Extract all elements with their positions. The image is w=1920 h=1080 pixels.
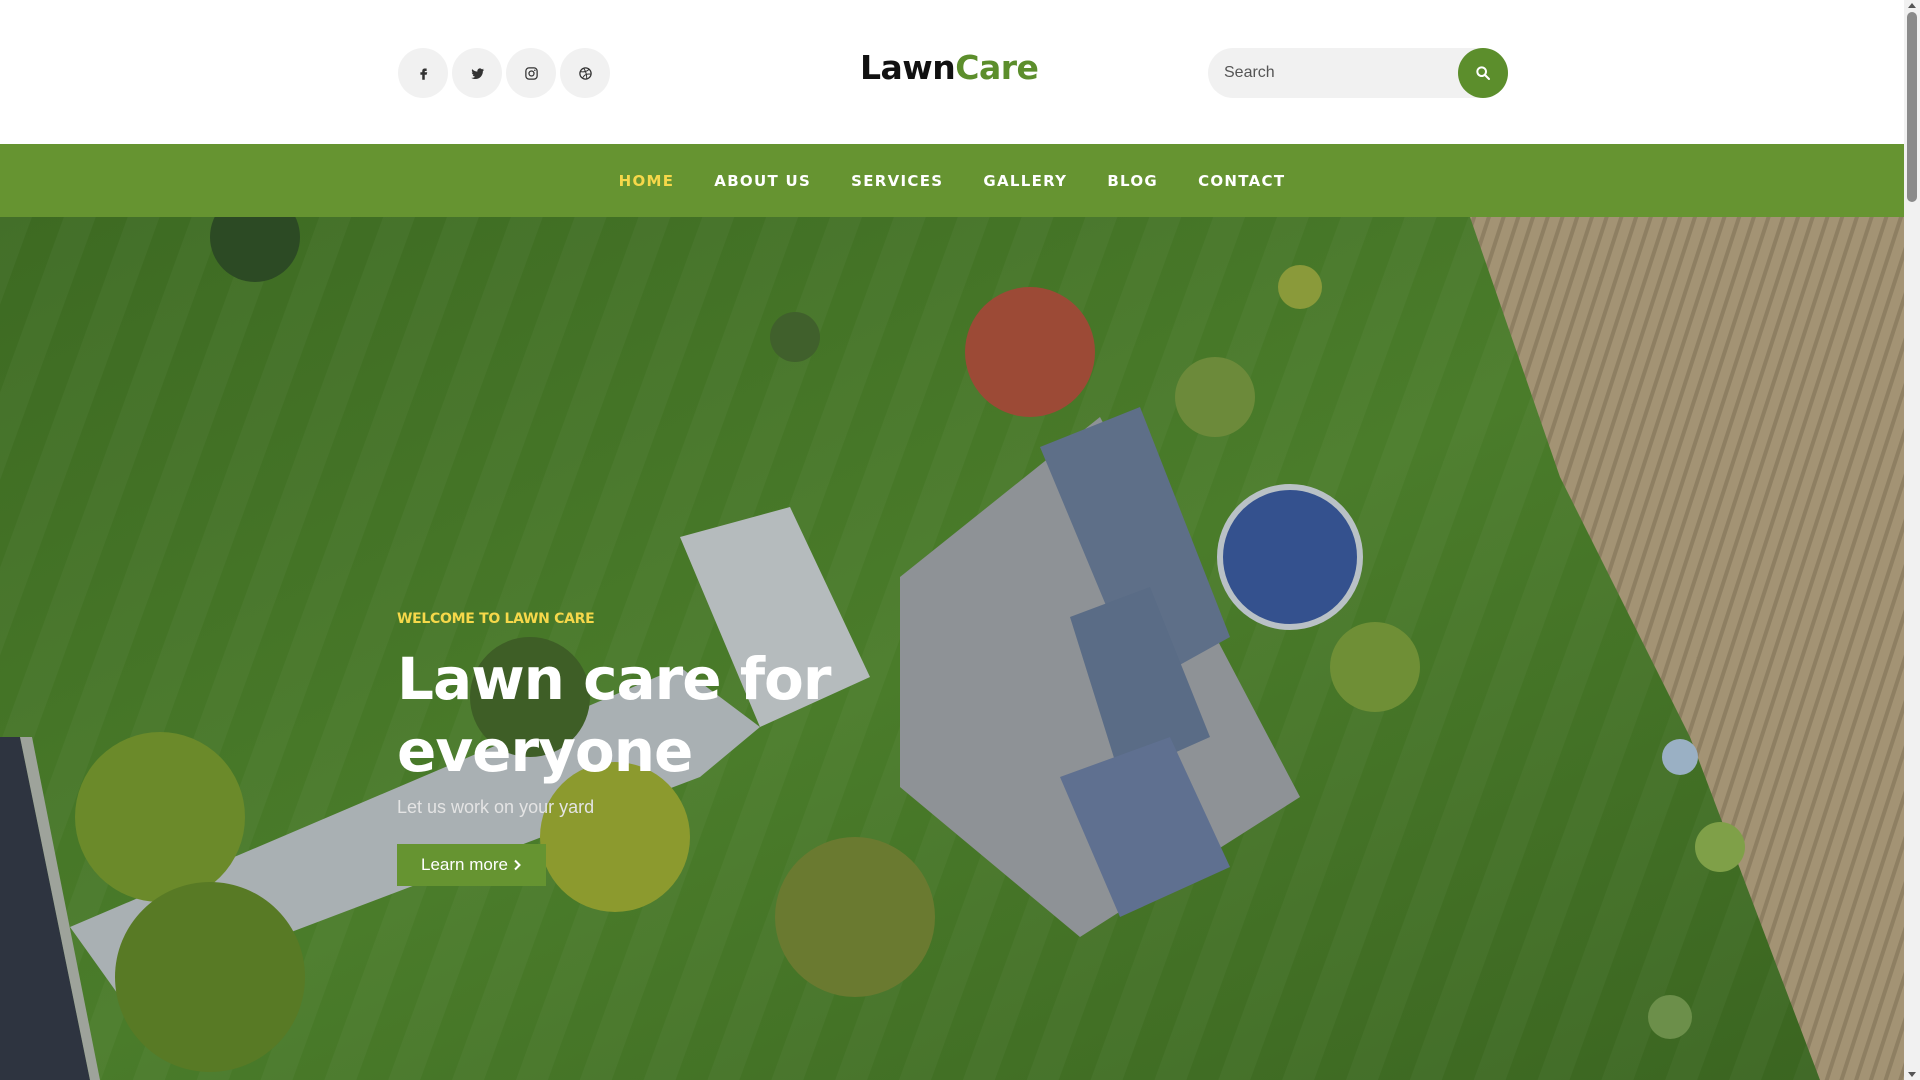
search-icon <box>1476 66 1490 80</box>
nav-item-about-us[interactable]: ABOUT US <box>694 172 831 190</box>
logo-text-lawn: Lawn <box>860 48 956 87</box>
logo-text-care: Care <box>955 48 1039 87</box>
nav-item-services[interactable]: SERVICES <box>831 172 963 190</box>
nav-item-blog[interactable]: BLOG <box>1087 172 1178 190</box>
site-header: LawnCare <box>0 0 1904 144</box>
learn-more-button[interactable]: Learn more <box>397 844 546 886</box>
page: LawnCare HOME ABOUT US SERVICES GALLERY … <box>0 0 1920 1080</box>
scroll-down-arrow-icon[interactable] <box>1908 1072 1916 1077</box>
nav-item-contact[interactable]: CONTACT <box>1178 172 1305 190</box>
dribbble-icon <box>578 66 592 80</box>
social-links <box>398 48 610 98</box>
scrollbar-thumb[interactable] <box>1907 12 1917 202</box>
facebook-link[interactable] <box>398 48 448 98</box>
chevron-right-icon <box>514 859 521 871</box>
learn-more-label: Learn more <box>421 855 508 874</box>
hero-title: Lawn care for everyone <box>397 645 832 785</box>
hero-subtitle: Let us work on your yard <box>397 797 595 817</box>
search-input[interactable] <box>1208 63 1458 83</box>
dribbble-link[interactable] <box>560 48 610 98</box>
twitter-link[interactable] <box>452 48 502 98</box>
instagram-icon <box>524 66 538 80</box>
hero-content: WELCOME TO LAWN CARE Lawn care for every… <box>397 611 997 886</box>
hero-eyebrow: WELCOME TO LAWN CARE <box>397 611 595 627</box>
page-scrollbar[interactable] <box>1904 0 1920 1080</box>
nav-item-gallery[interactable]: GALLERY <box>963 172 1087 190</box>
twitter-icon <box>470 67 484 79</box>
site-logo[interactable]: LawnCare <box>860 48 1039 87</box>
nav-item-home[interactable]: HOME <box>599 172 695 190</box>
search-bar <box>1208 48 1508 98</box>
scroll-up-arrow-icon[interactable] <box>1908 3 1916 8</box>
search-button[interactable] <box>1458 48 1508 98</box>
main-nav: HOME ABOUT US SERVICES GALLERY BLOG CONT… <box>0 144 1904 217</box>
instagram-link[interactable] <box>506 48 556 98</box>
hero-banner: WELCOME TO LAWN CARE Lawn care for every… <box>0 217 1904 1080</box>
facebook-icon <box>419 68 427 80</box>
